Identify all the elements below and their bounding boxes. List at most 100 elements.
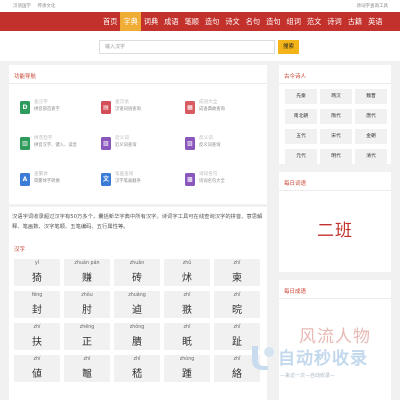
watermark-logo-icon (252, 346, 274, 370)
function-item[interactable]: ▤ 查汉语 汉语词语查询 (101, 99, 161, 125)
search-input[interactable]: 输入汉字 (99, 40, 275, 54)
hanzi-pinyin: yǐ (34, 261, 40, 266)
hanzi-char: 肘 (82, 305, 92, 316)
hanzi-cell[interactable]: zhǒng 膭 (114, 323, 160, 350)
function-title: 诗词名句 (199, 172, 218, 177)
hanzi-cell[interactable]: zhuāng 逌 (114, 291, 160, 318)
function-title: 查汉字 (34, 100, 48, 105)
nav-item[interactable]: 英语 (365, 12, 385, 31)
watermark-brand: 自动秒收录 (278, 349, 368, 369)
nav-item[interactable]: 诗文 (222, 12, 242, 31)
function-item[interactable]: ▨ 反义词 反义词查询 (185, 135, 245, 161)
function-item[interactable]: ▧ 近义词 近义词查询 (101, 135, 161, 161)
poet-era[interactable]: 先秦 (285, 89, 317, 104)
poet-era[interactable]: 隋代 (320, 109, 352, 124)
hanzi-cell[interactable]: zhuàn pán 赚 (64, 259, 110, 286)
hanzi-pinyin: fēng (31, 293, 43, 298)
search-button[interactable]: 搜索 (278, 40, 299, 54)
hanzi-cell[interactable]: yǐ 猗 (14, 259, 60, 286)
daily-word-panel: 每日词语 二班 (279, 172, 391, 272)
poet-era[interactable]: 五代 (285, 129, 317, 144)
nav-item-active[interactable]: 字典 (120, 12, 141, 31)
hanzi-pinyin: zhòng (179, 357, 195, 362)
function-panel: 功能导航 D 查汉字 拼音部首查字 ▤ 查汉语 汉语词语查询 ▦ 成语大全 成语典故查询 ▥ 拼音检… (9, 65, 267, 204)
tool-title[interactable]: 诗词字查询工具 (357, 3, 389, 9)
function-item[interactable]: ▦ 成语大全 成语典故查询 (185, 99, 245, 125)
function-item[interactable]: 文笔画查询 汉字笔画顺序 (101, 171, 161, 197)
function-icon: ▦ (185, 101, 195, 114)
hanzi-char: 砖 (132, 273, 142, 284)
nav-item[interactable]: 组词 (284, 12, 304, 31)
hanzi-cell[interactable]: zhēng 正 (64, 323, 110, 350)
nav-item[interactable]: 古籍 (345, 12, 365, 31)
hanzi-cell[interactable]: zhǒu 肘 (64, 291, 110, 318)
poet-era[interactable]: 南北朝 (285, 109, 317, 124)
function-item[interactable]: D 查汉字拼音部首查字 (20, 99, 80, 125)
function-icon: ▨ (185, 137, 195, 150)
hanzi-cell[interactable]: fēng 封 (14, 291, 60, 318)
function-desc: 拼音部首查字 (34, 107, 60, 112)
function-desc: 诗词名句大全 (199, 179, 225, 184)
hanzi-char: 赚 (82, 273, 92, 284)
nav-item[interactable]: 诗词 (324, 12, 344, 31)
site-slogan: 传承文化 (37, 4, 56, 9)
watermark-sub: —来访一次—自动收录— (280, 373, 336, 379)
poet-era[interactable]: 清代 (355, 149, 387, 164)
function-icon: ▩ (185, 173, 195, 186)
nav-item[interactable]: 名句 (243, 12, 263, 31)
hanzi-cell[interactable]: zhǔ 炢 (164, 259, 210, 286)
function-icon: D (20, 101, 30, 114)
poet-era[interactable]: 金朝 (355, 129, 387, 144)
main-nav: 首页 字典 词典 成语 笔顺 造句 诗文 名句 造句 组词 范文 诗词 古籍 英… (0, 12, 400, 31)
divider (279, 83, 391, 84)
hanzi-pinyin: zhí (33, 325, 41, 330)
nav-item[interactable]: 造句 (202, 12, 222, 31)
hanzi-cell[interactable]: zhǐ 嵇 (114, 355, 160, 382)
nav-item[interactable]: 词典 (141, 12, 161, 31)
hanzi-cell[interactable]: zhí 値 (14, 355, 60, 382)
function-item[interactable]: A 查繁体 简繁体字转换 (20, 171, 80, 197)
hanzi-cell[interactable]: zhǐ 晥 (214, 291, 260, 318)
function-desc: 简繁体字转换 (34, 179, 60, 184)
nav-item[interactable]: 成语 (161, 12, 181, 31)
hanzi-cell[interactable]: zhí 扶 (14, 323, 60, 350)
hanzi-char: 嵇 (132, 369, 142, 380)
nav-item[interactable]: 造句 (263, 12, 283, 31)
function-item[interactable]: ▩ 诗词名句诗词名句大全 (185, 171, 245, 197)
hanzi-cell[interactable]: zhī 柬 (214, 259, 260, 286)
hanzi-char: 踵 (182, 369, 192, 380)
poet-era[interactable]: 元代 (285, 149, 317, 164)
hanzi-char: 炢 (182, 273, 192, 284)
nav-item[interactable]: 首页 (100, 12, 120, 31)
poet-era[interactable]: 明代 (320, 149, 352, 164)
hanzi-pinyin: zhī (83, 357, 91, 362)
hanzi-cell[interactable]: zhuǎn 砖 (114, 259, 160, 286)
hanzi-char: 正 (82, 337, 92, 348)
divider (9, 83, 267, 84)
daily-word[interactable]: 二班 (279, 216, 391, 241)
hanzi-cell[interactable]: zhòng 踵 (164, 355, 210, 382)
hanzi-cell[interactable]: zhī 鼅 (64, 355, 110, 382)
function-item[interactable]: ▥ 拼音检字 拼音汉字、键入、读音 (20, 135, 80, 161)
divider (279, 298, 391, 299)
divider (279, 190, 391, 191)
nav-item[interactable]: 笔顺 (182, 12, 202, 31)
hanzi-pinyin: zhí (33, 357, 41, 362)
site-name[interactable]: 汉语国学 (13, 4, 31, 9)
nav-item[interactable]: 范文 (304, 12, 324, 31)
function-desc: 拼音汉字、键入、读音 (34, 143, 77, 148)
hanzi-char: 鼅 (82, 369, 92, 380)
hanzi-pinyin: zhǐ (133, 357, 141, 362)
function-title: 拼音检字 (34, 136, 53, 141)
hanzi-pinyin: zhī (233, 261, 241, 266)
poet-era[interactable]: 唐代 (355, 109, 387, 124)
intro-text: 汉语字词收录超过汉字有50万多个，囊括新华字典中所有汉字。诗词字工具可在线查询汉… (12, 214, 263, 230)
hanzi-pinyin: zhǒu (81, 293, 93, 298)
hanzi-char: 柬 (232, 273, 242, 284)
poet-era[interactable]: 魏晋 (355, 89, 387, 104)
poet-era[interactable]: 宋代 (320, 129, 352, 144)
hanzi-cell[interactable]: zhī 翐 (164, 291, 210, 318)
poet-era[interactable]: 两汉 (320, 89, 352, 104)
hanzi-cell[interactable]: zhī 眂 (164, 323, 210, 350)
function-icon: ▤ (101, 101, 111, 114)
